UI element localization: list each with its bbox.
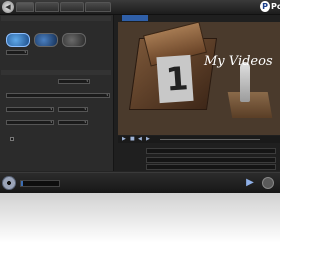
previous-icon[interactable]: ◀ bbox=[138, 136, 142, 143]
chevron-down-icon: ▾ bbox=[50, 107, 52, 111]
field-input[interactable] bbox=[146, 164, 276, 170]
disc-icon bbox=[2, 176, 16, 190]
capacity-meter bbox=[20, 180, 60, 187]
playback-controls: ▶ ■ ◀ ▶ bbox=[118, 136, 280, 143]
preview-panel: 1 My Videos ▶ ■ ◀ ▶ bbox=[114, 15, 280, 171]
chevron-down-icon: ▾ bbox=[84, 120, 86, 124]
seek-bar[interactable] bbox=[160, 139, 260, 140]
chevron-down-icon: ▾ bbox=[84, 107, 86, 111]
logo-text: Po bbox=[271, 2, 280, 11]
menu-preview-image: 1 My Videos bbox=[118, 22, 280, 135]
section-header-bar bbox=[1, 16, 111, 21]
music-box-base bbox=[227, 92, 273, 118]
chevron-down-icon: ▾ bbox=[24, 50, 26, 54]
tab-2[interactable] bbox=[35, 2, 59, 12]
settings-panel: ▾ ▾ ▾ ▾ ▾ ▾ ▾ bbox=[0, 15, 114, 171]
menu-title: My Videos bbox=[204, 54, 273, 69]
app-window: ◀ P Po ▾ ▾ ▾ ▾ ▾ ▾ ▾ 1 My Videos ▶ ■ ◀ ▶… bbox=[0, 0, 280, 193]
preview-number: 1 bbox=[164, 59, 190, 99]
option-checkbox[interactable] bbox=[10, 137, 14, 141]
number-card: 1 bbox=[156, 54, 194, 104]
tab-preview[interactable] bbox=[122, 15, 148, 21]
window-reflection bbox=[0, 193, 280, 243]
row3-dropdown-2[interactable]: ▾ bbox=[58, 107, 88, 112]
burn-icon[interactable]: ▶ bbox=[244, 177, 256, 189]
row3-dropdown[interactable]: ▾ bbox=[6, 107, 54, 112]
field-row-3 bbox=[118, 163, 280, 171]
chevron-down-icon: ▾ bbox=[86, 79, 88, 83]
play-icon[interactable]: ▶ bbox=[122, 136, 126, 143]
field-row-1 bbox=[118, 147, 280, 155]
disc-size-dropdown[interactable]: ▾ bbox=[6, 50, 28, 55]
row1-dropdown[interactable]: ▾ bbox=[58, 79, 90, 84]
avchd-disc-option[interactable] bbox=[62, 33, 86, 47]
bluray-disc-option[interactable] bbox=[34, 33, 58, 47]
options-button[interactable] bbox=[262, 177, 274, 189]
next-icon[interactable]: ▶ bbox=[146, 136, 150, 143]
field-input[interactable] bbox=[146, 148, 276, 154]
status-bar: ▶ bbox=[0, 172, 280, 193]
tab-4[interactable] bbox=[85, 2, 111, 12]
stop-icon[interactable]: ■ bbox=[130, 136, 135, 143]
row4-dropdown-2[interactable]: ▾ bbox=[58, 120, 88, 125]
logo-letter: P bbox=[260, 1, 270, 12]
back-arrow-icon[interactable]: ◀ bbox=[2, 1, 14, 13]
section-header-bar-2 bbox=[1, 70, 111, 75]
capacity-fill bbox=[21, 181, 23, 186]
row2-dropdown[interactable]: ▾ bbox=[6, 93, 110, 98]
chevron-down-icon: ▾ bbox=[106, 93, 108, 97]
app-logo: P Po bbox=[258, 1, 280, 13]
chevron-down-icon: ▾ bbox=[50, 120, 52, 124]
tab-3[interactable] bbox=[60, 2, 84, 12]
dvd-disc-option[interactable] bbox=[6, 33, 30, 47]
top-toolbar: ◀ P Po bbox=[0, 0, 280, 15]
row4-dropdown[interactable]: ▾ bbox=[6, 120, 54, 125]
tab-1[interactable] bbox=[16, 2, 34, 12]
